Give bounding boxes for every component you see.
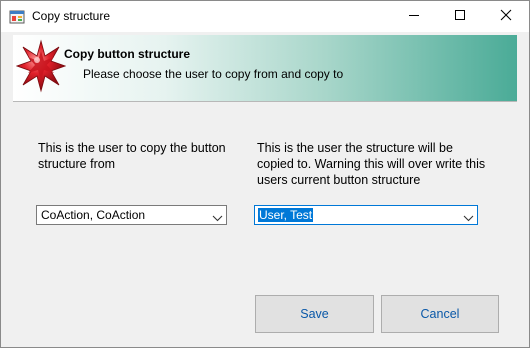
title-bar[interactable]: Copy structure bbox=[1, 1, 529, 32]
target-user-value: User, Test bbox=[258, 208, 314, 222]
source-user-label: This is the user to copy the button stru… bbox=[38, 141, 226, 171]
header-subtitle: Please choose the user to copy from and … bbox=[83, 67, 344, 81]
window-title: Copy structure bbox=[32, 9, 111, 23]
header-banner: Copy button structure Please choose the … bbox=[13, 35, 517, 101]
source-user-value: CoAction, CoAction bbox=[41, 208, 146, 222]
copy-structure-dialog: Copy structure Copy button structure Ple… bbox=[0, 0, 530, 348]
chevron-down-icon[interactable] bbox=[212, 211, 223, 222]
header-title: Copy button structure bbox=[64, 47, 190, 61]
header-divider bbox=[13, 101, 517, 102]
minimize-button[interactable] bbox=[391, 1, 437, 32]
red-star-icon bbox=[15, 39, 67, 93]
maximize-button[interactable] bbox=[437, 1, 483, 32]
save-button[interactable]: Save bbox=[255, 295, 374, 333]
target-user-label: This is the user the structure will be c… bbox=[257, 141, 486, 187]
source-user-dropdown[interactable]: CoAction, CoAction bbox=[36, 205, 227, 225]
close-icon bbox=[500, 9, 512, 24]
app-window-icon[interactable] bbox=[9, 9, 25, 25]
chevron-down-icon[interactable] bbox=[463, 211, 474, 222]
target-user-dropdown[interactable]: User, Test bbox=[254, 205, 478, 225]
cancel-button[interactable]: Cancel bbox=[381, 295, 499, 333]
maximize-icon bbox=[454, 9, 466, 24]
close-button[interactable] bbox=[483, 1, 529, 32]
minimize-icon bbox=[408, 9, 420, 24]
